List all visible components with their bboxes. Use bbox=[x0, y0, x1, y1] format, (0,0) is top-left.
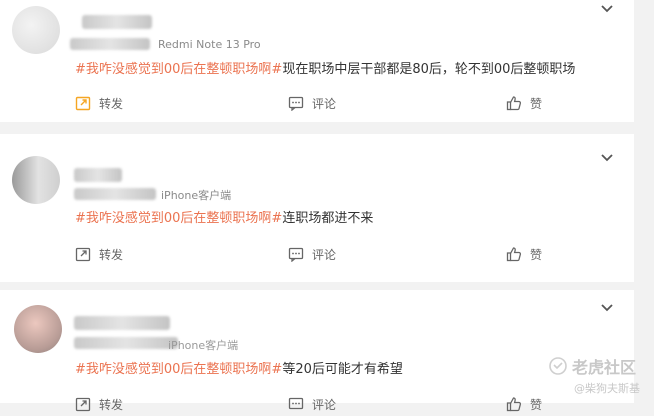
username-blurred bbox=[74, 337, 178, 349]
comment-icon bbox=[288, 96, 304, 111]
watermark: 老虎社区 bbox=[548, 354, 636, 378]
comment-button[interactable]: 评论 bbox=[288, 242, 336, 266]
post-content: #我咋没感觉到00后在整顿职场啊#等20后可能才有希望 bbox=[75, 358, 403, 377]
forward-label: 转发 bbox=[99, 247, 124, 262]
thumbs-up-icon bbox=[506, 96, 522, 111]
username-blurred[interactable] bbox=[82, 15, 152, 29]
weibo-feed: Redmi Note 13 Pro #我咋没感觉到00后在整顿职场啊#现在职场中… bbox=[0, 0, 634, 412]
tiger-logo-icon bbox=[549, 357, 567, 375]
like-button[interactable]: 赞 bbox=[506, 392, 542, 416]
avatar[interactable] bbox=[12, 156, 60, 204]
comment-label: 评论 bbox=[312, 96, 337, 111]
avatar[interactable] bbox=[12, 6, 60, 54]
post-content: #我咋没感觉到00后在整顿职场啊#连职场都进不来 bbox=[75, 207, 373, 226]
device-label: iPhone客户端 bbox=[168, 339, 239, 352]
forward-button[interactable]: 转发 bbox=[75, 392, 123, 416]
forward-icon bbox=[75, 247, 91, 262]
post-content: #我咋没感觉到00后在整顿职场啊#现在职场中层干部都是80后，轮不到00后整顿职… bbox=[75, 58, 575, 77]
right-side-strip bbox=[634, 0, 654, 403]
comment-icon bbox=[288, 247, 304, 262]
post-text: 连职场都进不来 bbox=[282, 211, 374, 226]
comment-button[interactable]: 评论 bbox=[288, 392, 336, 416]
post-text: 现在职场中层干部都是80后，轮不到00后整顿职场 bbox=[282, 62, 576, 77]
comment-icon bbox=[288, 397, 304, 410]
forward-icon bbox=[75, 96, 91, 111]
hashtag-link[interactable]: #我咋没感觉到00后在整顿职场啊# bbox=[75, 62, 282, 77]
action-bar: 转发 评论 赞 bbox=[0, 91, 634, 115]
thumbs-up-icon bbox=[506, 247, 522, 262]
watermark-brand: 老虎社区 bbox=[572, 358, 637, 377]
chevron-down-icon[interactable] bbox=[600, 4, 614, 14]
forward-label: 转发 bbox=[99, 397, 124, 412]
action-bar: 转发 评论 赞 bbox=[0, 242, 634, 266]
comment-label: 评论 bbox=[312, 247, 337, 262]
forward-button[interactable]: 转发 bbox=[75, 242, 123, 266]
forward-label: 转发 bbox=[99, 96, 124, 111]
username-blurred bbox=[70, 38, 150, 50]
like-label: 赞 bbox=[530, 247, 543, 262]
chevron-down-icon[interactable] bbox=[600, 303, 614, 313]
username-blurred[interactable] bbox=[74, 316, 170, 330]
like-label: 赞 bbox=[530, 397, 543, 412]
username-blurred bbox=[74, 188, 156, 200]
thumbs-up-icon bbox=[506, 397, 522, 412]
hashtag-link[interactable]: #我咋没感觉到00后在整顿职场啊# bbox=[75, 362, 282, 377]
like-label: 赞 bbox=[530, 96, 543, 111]
like-button[interactable]: 赞 bbox=[506, 242, 542, 266]
forward-button[interactable]: 转发 bbox=[75, 91, 123, 115]
post-text: 等20后可能才有希望 bbox=[282, 362, 403, 377]
post-card: Redmi Note 13 Pro #我咋没感觉到00后在整顿职场啊#现在职场中… bbox=[0, 0, 634, 122]
hashtag-link[interactable]: #我咋没感觉到00后在整顿职场啊# bbox=[75, 211, 282, 226]
avatar[interactable] bbox=[14, 305, 62, 353]
watermark-user: @柴狗夫斯基 bbox=[574, 382, 640, 395]
comment-button[interactable]: 评论 bbox=[288, 91, 336, 115]
username-blurred[interactable] bbox=[74, 168, 122, 182]
device-label: Redmi Note 13 Pro bbox=[158, 38, 261, 51]
comment-label: 评论 bbox=[312, 397, 337, 412]
like-button[interactable]: 赞 bbox=[506, 91, 542, 115]
device-label: iPhone客户端 bbox=[161, 189, 232, 202]
forward-icon bbox=[75, 397, 91, 412]
action-bar: 转发 评论 赞 bbox=[0, 392, 634, 416]
chevron-down-icon[interactable] bbox=[600, 153, 614, 163]
